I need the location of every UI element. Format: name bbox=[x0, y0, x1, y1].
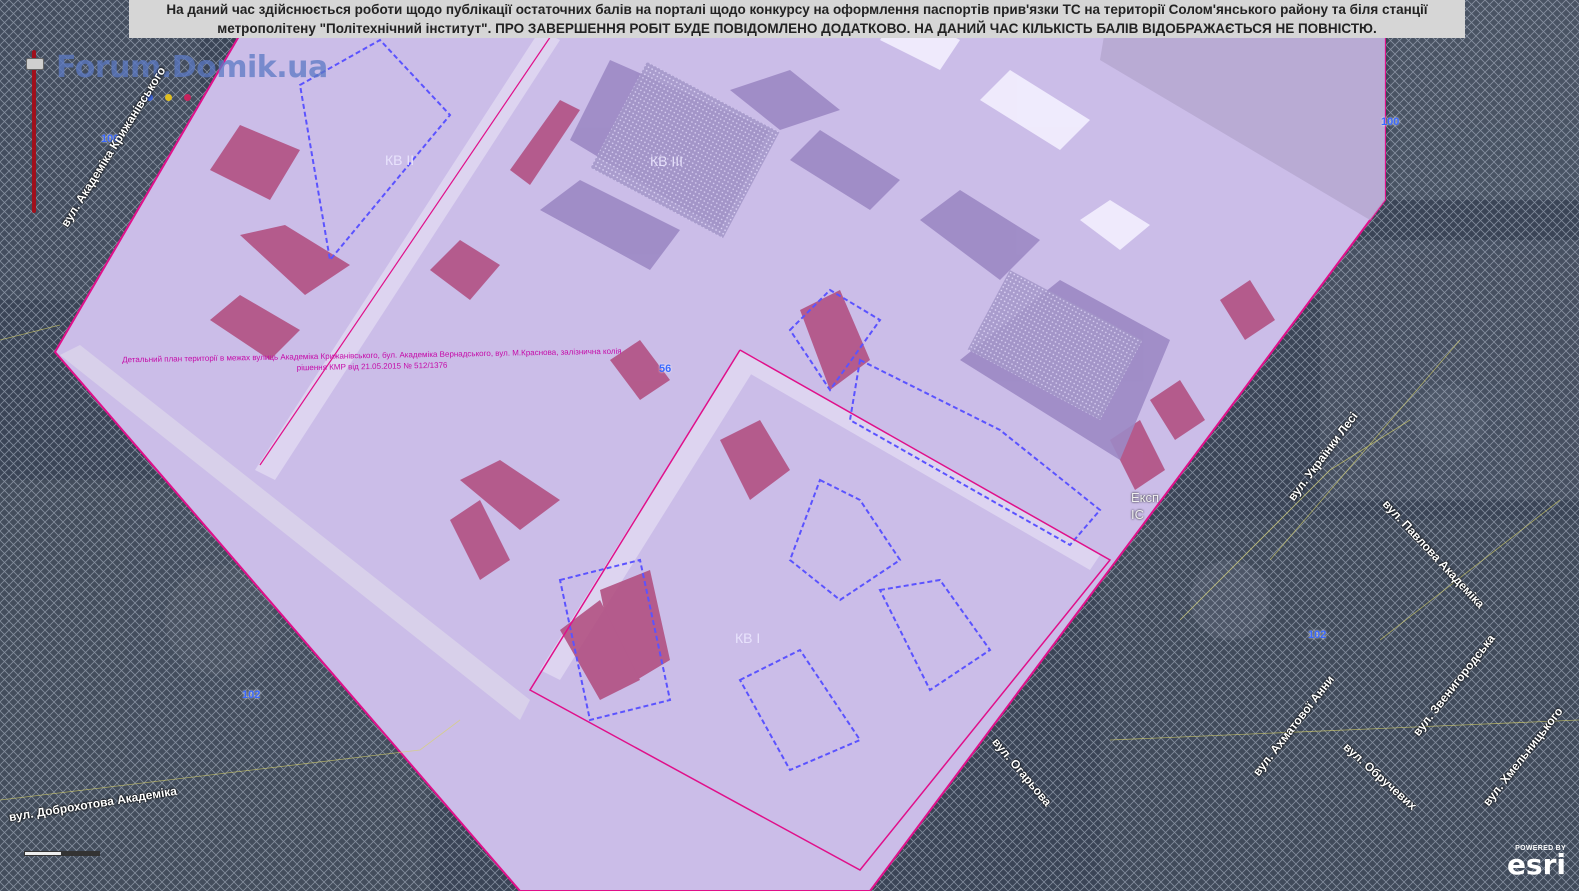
notice-line-1: На даний час здійснюється роботи щодо пу… bbox=[166, 2, 1428, 17]
watermark-dot-yellow bbox=[165, 94, 172, 101]
esri-logo: esri bbox=[1506, 848, 1566, 881]
scale-bar-segment-2 bbox=[62, 851, 100, 856]
quarter-label-kv1: КВ І bbox=[735, 630, 761, 646]
block-number-56: 56 bbox=[659, 363, 672, 375]
zoom-slider[interactable] bbox=[26, 40, 44, 215]
forum-watermark: Forum.Domik.ua bbox=[56, 50, 328, 85]
quarter-label-kv3: КВ III bbox=[650, 153, 684, 169]
block-number-102-right: 102 bbox=[1308, 629, 1327, 641]
zoom-handle[interactable] bbox=[26, 58, 44, 70]
block-number-100-right: 100 bbox=[1381, 116, 1400, 128]
zoom-track[interactable] bbox=[32, 50, 36, 213]
map-canvas[interactable] bbox=[0, 0, 1579, 891]
scale-bar bbox=[24, 848, 102, 858]
esri-attribution[interactable]: POWERED BY esri bbox=[1502, 845, 1566, 881]
block-number-102-left: 102 bbox=[242, 689, 261, 701]
exp-label: Експ ІС bbox=[1131, 490, 1160, 522]
notice-banner: На даний час здійснюється роботи щодо пу… bbox=[129, 0, 1465, 38]
notice-line-2: метрополітену "Політехнічний інститут". … bbox=[217, 21, 1377, 36]
scale-bar-segment-1 bbox=[24, 851, 62, 856]
quarter-label-kv2: КВ II bbox=[385, 152, 415, 168]
watermark-dot-red bbox=[184, 94, 191, 101]
